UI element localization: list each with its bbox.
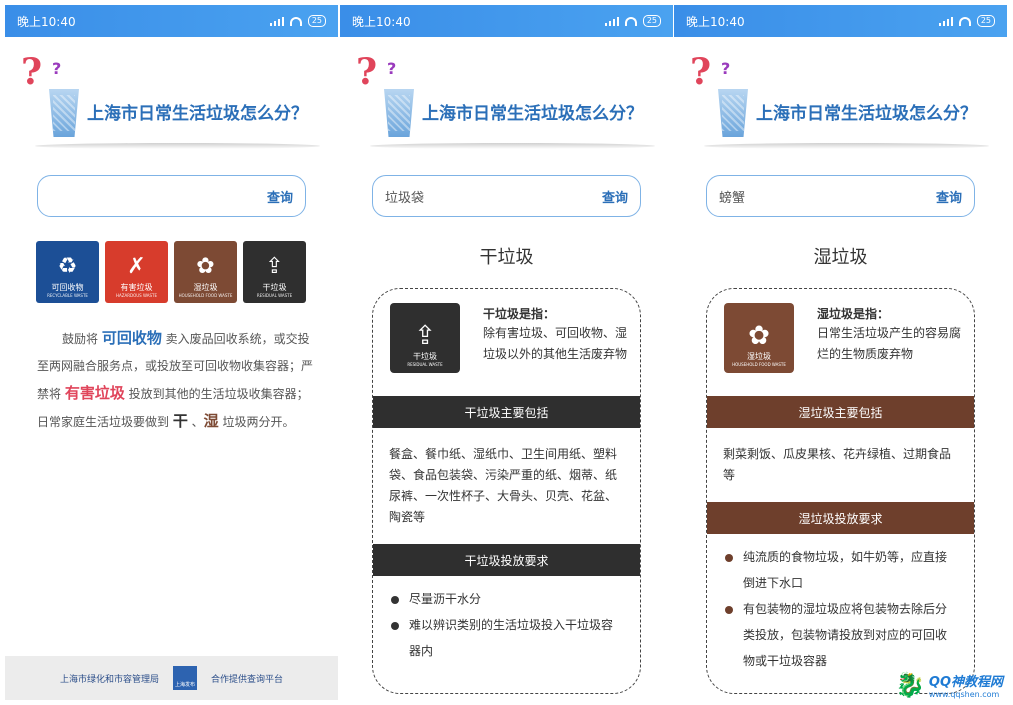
includes-text: 餐盒、餐巾纸、湿纸巾、卫生间用纸、塑料袋、食品包装袋、污染严重的纸、烟蒂、纸尿裤… <box>389 447 618 524</box>
recyclable-bin-icon[interactable]: ♻ 可回收物 RECYCLABLE WASTE <box>36 241 99 303</box>
definition-text: 日常生活垃圾产生的容易腐烂的生物质废弃物 <box>817 326 962 361</box>
definition-text: 除有害垃圾、可回收物、湿垃圾以外的其他生活废弃物 <box>483 326 628 361</box>
question-mark-small-icon: ? <box>387 59 397 78</box>
watermark-url: www.qqshen.com <box>928 690 1000 699</box>
rules-list: 尽量沥干水分 难以辨识类别的生活垃圾投入干垃圾容器内 <box>373 576 640 664</box>
page-header: ? ? 上海市日常生活垃圾怎么分？ <box>5 37 338 155</box>
page-title: 上海市日常生活垃圾怎么分？ <box>422 104 643 124</box>
result-card: ✿ 湿垃圾 HOUSEHOLD FOOD WASTE 湿垃圾是指： 日常生活垃圾… <box>706 288 975 694</box>
food-waste-icon: ✿ <box>748 321 770 351</box>
signal-icon <box>938 16 953 26</box>
search-button[interactable]: 查询 <box>602 187 628 206</box>
hazard-icon: ✗ <box>127 254 146 279</box>
question-mark-icon: ? <box>21 51 43 93</box>
watermark: 🐉 QQ神教程网 www.qqshen.com <box>895 671 1003 699</box>
rules-header: 湿垃圾投放要求 <box>707 502 974 534</box>
residual-bin-icon[interactable]: ⇪ 干垃圾 RESIDUAL WASTE <box>243 241 306 303</box>
status-bar: 晚上10:40 25 <box>674 5 1007 37</box>
search-input[interactable]: 垃圾袋 <box>385 187 424 206</box>
search-bar[interactable]: 垃圾袋 查询 <box>372 175 641 217</box>
food-waste-bin-icon: ✿ 湿垃圾 HOUSEHOLD FOOD WASTE <box>724 303 794 373</box>
page-header: ? ? 上海市日常生活垃圾怎么分？ <box>340 37 673 155</box>
recycle-icon: ♻ <box>57 254 78 279</box>
footer-agency: 上海市绿化和市容管理局 <box>59 674 159 685</box>
phone-screen-wet-waste: 晚上10:40 25 ? ? 上海市日常生活垃圾怎么分？ 螃蟹 查询 湿垃圾 ✿… <box>674 5 1007 700</box>
status-time: 晚上10:40 <box>686 14 745 29</box>
page-header: ? ? 上海市日常生活垃圾怎么分？ <box>674 37 1007 155</box>
rules-header: 干垃圾投放要求 <box>373 544 640 576</box>
trash-cup-icon <box>718 89 748 137</box>
signal-icon <box>604 16 619 26</box>
question-mark-icon: ? <box>690 51 712 93</box>
watermark-brand: QQ神教程网 <box>928 675 1003 690</box>
phone-screen-home: 晚上10:40 25 ? ? 上海市日常生活垃圾怎么分？ 查询 ♻ 可回收物 R… <box>5 5 338 700</box>
trash-cup-icon <box>49 89 79 137</box>
category-icons: ♻ 可回收物 RECYCLABLE WASTE ✗ 有害垃圾 HAZARDOUS… <box>36 241 306 303</box>
residual-bin-icon: ⇪ 干垃圾 RESIDUAL WASTE <box>390 303 460 373</box>
intro-text: 鼓励将 可回收物 卖入废品回收系统，或交投至两网融合服务点，或投放至可回收物收集… <box>37 329 314 430</box>
status-bar: 晚上10:40 25 <box>5 5 338 37</box>
status-bar: 晚上10:40 25 <box>340 5 673 37</box>
shanghai-release-logo: 上海发布 <box>173 666 197 690</box>
trash-cup-icon <box>384 89 414 137</box>
food-waste-icon: ✿ <box>196 254 215 279</box>
definition-title: 湿垃圾是指： <box>817 307 890 321</box>
wifi-icon <box>289 16 302 26</box>
footer-partner: 合作提供查询平台 <box>211 674 284 685</box>
status-time: 晚上10:40 <box>352 14 411 29</box>
result-card: ⇪ 干垃圾 RESIDUAL WASTE 干垃圾是指： 除有害垃圾、可回收物、湿… <box>372 288 641 694</box>
header-divider <box>35 143 320 149</box>
search-bar[interactable]: 查询 <box>37 175 306 217</box>
footer: 上海市绿化和市容管理局 上海发布 合作提供查询平台 <box>5 656 338 700</box>
signal-icon <box>269 16 284 26</box>
wifi-icon <box>958 16 971 26</box>
includes-header: 湿垃圾主要包括 <box>707 396 974 428</box>
page-title: 上海市日常生活垃圾怎么分？ <box>87 104 308 124</box>
header-divider <box>704 143 989 149</box>
includes-header: 干垃圾主要包括 <box>373 396 640 428</box>
includes-text: 剩菜剩饭、瓜皮果核、花卉绿植、过期食品等 <box>723 447 952 482</box>
page-title: 上海市日常生活垃圾怎么分？ <box>756 104 977 124</box>
screenshot-collage: 晚上10:40 25 ? ? 上海市日常生活垃圾怎么分？ 查询 ♻ 可回收物 R… <box>0 0 1013 705</box>
food-waste-bin-icon[interactable]: ✿ 湿垃圾 HOUSEHOLD FOOD WASTE <box>174 241 237 303</box>
battery-icon: 25 <box>307 15 326 27</box>
definition-title: 干垃圾是指： <box>483 307 556 321</box>
list-item: 尽量沥干水分 <box>389 586 624 612</box>
residual-icon: ⇪ <box>414 321 436 351</box>
result-category-title: 干垃圾 <box>479 247 534 268</box>
list-item: 难以辨识类别的生活垃圾投入干垃圾容器内 <box>389 612 624 664</box>
list-item: 有包装物的湿垃圾应将包装物去除后分类投放，包装物请投放到对应的可回收物或干垃圾容… <box>723 596 958 674</box>
phone-screen-dry-waste: 晚上10:40 25 ? ? 上海市日常生活垃圾怎么分？ 垃圾袋 查询 干垃圾 … <box>340 5 673 700</box>
hazardous-bin-icon[interactable]: ✗ 有害垃圾 HAZARDOUS WASTE <box>105 241 168 303</box>
search-button[interactable]: 查询 <box>267 187 293 206</box>
status-time: 晚上10:40 <box>17 14 76 29</box>
search-button[interactable]: 查询 <box>936 187 962 206</box>
question-mark-icon: ? <box>356 51 378 93</box>
rules-list: 纯流质的食物垃圾，如牛奶等，应直接倒进下水口 有包装物的湿垃圾应将包装物去除后分… <box>707 534 974 674</box>
question-mark-small-icon: ? <box>721 59 731 78</box>
list-item: 纯流质的食物垃圾，如牛奶等，应直接倒进下水口 <box>723 544 958 596</box>
question-mark-small-icon: ? <box>52 59 62 78</box>
battery-icon: 25 <box>976 15 995 27</box>
residual-icon: ⇪ <box>265 254 284 279</box>
result-category-title: 湿垃圾 <box>813 247 868 268</box>
header-divider <box>370 143 655 149</box>
wifi-icon <box>624 16 637 26</box>
search-input[interactable]: 螃蟹 <box>719 187 745 206</box>
dragon-logo-icon: 🐉 <box>895 671 925 699</box>
battery-icon: 25 <box>642 15 661 27</box>
search-bar[interactable]: 螃蟹 查询 <box>706 175 975 217</box>
